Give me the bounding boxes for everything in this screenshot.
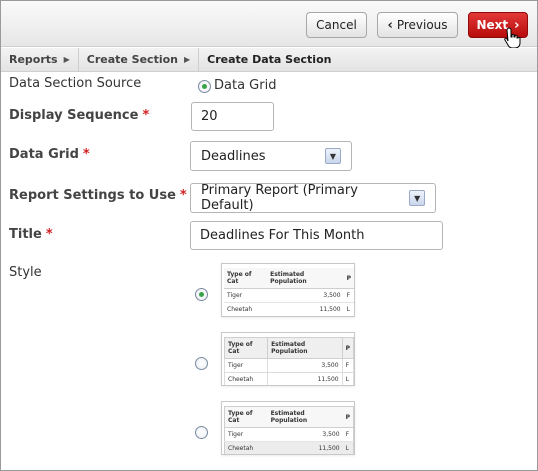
style-option-3-radio[interactable] [195, 426, 208, 439]
thumb-cell: F [342, 427, 354, 442]
report-settings-label-text: Report Settings to Use [9, 188, 176, 203]
data-grid-radio-label: Data Grid [214, 78, 277, 93]
style-option-1-preview[interactable]: Type of Cat Estimated Population P Tiger… [221, 263, 355, 317]
display-sequence-input[interactable]: 20 [191, 102, 274, 131]
display-sequence-label: Display Sequence * [9, 108, 149, 123]
thumb-header: Estimated Population [267, 268, 344, 289]
thumb-header: P [341, 337, 354, 359]
data-grid-value: Deadlines [201, 148, 266, 164]
title-label-text: Title [9, 227, 42, 242]
thumb-cell: L [343, 302, 354, 316]
style-label: Style [9, 265, 42, 280]
style-option-2-radio[interactable] [195, 357, 208, 370]
thumb-cell: F [341, 358, 354, 373]
thumb-header: Estimated Population [267, 406, 343, 428]
previous-button-label: Previous [396, 18, 448, 32]
display-sequence-value: 20 [201, 109, 218, 124]
display-sequence-label-text: Display Sequence [9, 108, 139, 123]
data-grid-select[interactable]: Deadlines ▼ [190, 141, 352, 171]
thumb-cell: 11,500 [267, 372, 343, 385]
thumb-cell: Cheetah [224, 302, 268, 316]
thumb-cell: Tiger [224, 288, 268, 303]
thumb-header: P [342, 406, 354, 428]
thumb-cell: Cheetah [223, 372, 269, 385]
breadcrumb-label: Reports [9, 53, 58, 66]
chevron-down-icon: ▼ [325, 148, 341, 164]
style-option-3-preview[interactable]: Type of Cat Estimated Population P Tiger… [221, 401, 355, 455]
report-settings-label: Report Settings to Use * [9, 188, 187, 203]
thumb-cell: 3,500 [267, 358, 343, 373]
style-option-1-radio[interactable] [195, 288, 208, 301]
thumb-cell: L [341, 372, 354, 385]
title-value: Deadlines For This Month [200, 228, 365, 243]
cancel-button-label: Cancel [316, 18, 357, 32]
thumb-cell: Tiger [223, 358, 269, 373]
hand-cursor-icon [504, 27, 521, 49]
style-option-2-preview[interactable]: Type of Cat Estimated Population P Tiger… [221, 332, 355, 386]
required-marker: * [82, 147, 90, 162]
thumb-header: Type of Cat [223, 337, 269, 359]
thumb-header: Type of Cat [224, 268, 268, 289]
previous-button[interactable]: ‹ Previous [377, 12, 458, 38]
chevron-down-icon: ▼ [409, 190, 425, 206]
caret-right-icon: ▶ [63, 55, 70, 64]
report-settings-select[interactable]: Primary Report (Primary Default) ▼ [190, 183, 436, 213]
data-grid-label: Data Grid * [9, 147, 90, 162]
breadcrumb-label: Create Data Section [207, 53, 332, 66]
title-input[interactable]: Deadlines For This Month [190, 221, 443, 250]
thumb-cell: 11,500 [267, 441, 343, 454]
thumb-cell: 11,500 [267, 302, 344, 316]
title-label: Title * [9, 227, 53, 242]
thumb-cell: L [342, 441, 354, 454]
data-grid-label-text: Data Grid [9, 147, 79, 162]
data-grid-radio[interactable] [198, 80, 211, 93]
thumb-header: Type of Cat [224, 406, 268, 428]
thumb-cell: 3,500 [267, 427, 343, 442]
breadcrumb: Reports ▶ Create Section ▶ Create Data S… [1, 47, 537, 72]
thumb-header: Estimated Population [267, 337, 343, 359]
breadcrumb-create-data-section: Create Data Section [199, 48, 339, 72]
data-section-source-label: Data Section Source [9, 76, 142, 91]
breadcrumb-label: Create Section [86, 53, 178, 66]
thumb-cell: Cheetah [224, 441, 268, 454]
caret-right-icon: ▶ [184, 55, 191, 64]
cancel-button[interactable]: Cancel [306, 12, 367, 38]
required-marker: * [45, 227, 53, 242]
thumb-cell: 3,500 [267, 288, 344, 303]
required-marker: * [142, 108, 150, 123]
report-settings-value: Primary Report (Primary Default) [201, 183, 358, 213]
wizard-toolbar: Cancel ‹ Previous Next › [1, 1, 537, 49]
thumb-cell: Tiger [224, 427, 268, 442]
breadcrumb-reports[interactable]: Reports ▶ [1, 47, 79, 72]
required-marker: * [179, 188, 187, 203]
wizard-window: Cancel ‹ Previous Next › Reports ▶ Creat… [0, 0, 538, 471]
chevron-left-icon: ‹ [387, 17, 393, 33]
thumb-cell: F [343, 288, 354, 303]
thumb-header: P [343, 268, 354, 289]
breadcrumb-create-section[interactable]: Create Section ▶ [79, 47, 200, 72]
